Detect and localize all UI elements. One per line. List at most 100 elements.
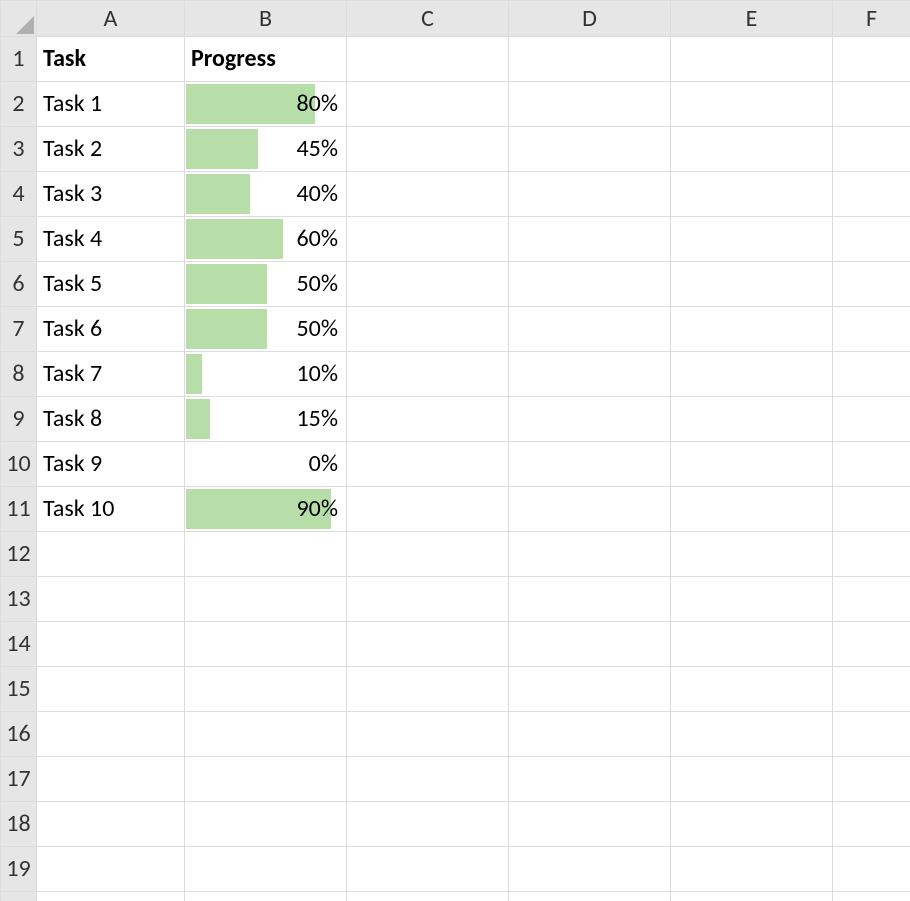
cell-A5[interactable]: Task 4 bbox=[37, 217, 185, 262]
col-header-D[interactable]: D bbox=[509, 1, 671, 37]
cell-E14[interactable] bbox=[671, 622, 833, 667]
cell-C11[interactable] bbox=[347, 487, 509, 532]
cell-D18[interactable] bbox=[509, 802, 671, 847]
cell-A20[interactable] bbox=[37, 892, 185, 901]
cell-E12[interactable] bbox=[671, 532, 833, 577]
cell-A1[interactable]: Task bbox=[37, 37, 185, 82]
cell-E15[interactable] bbox=[671, 667, 833, 712]
cell-F14[interactable] bbox=[833, 622, 910, 667]
cell-B9[interactable]: 15% bbox=[185, 397, 347, 442]
cell-B17[interactable] bbox=[185, 757, 347, 802]
cell-C20[interactable] bbox=[347, 892, 509, 901]
cell-E1[interactable] bbox=[671, 37, 833, 82]
cell-D3[interactable] bbox=[509, 127, 671, 172]
cell-F7[interactable] bbox=[833, 307, 910, 352]
cell-B13[interactable] bbox=[185, 577, 347, 622]
cell-E20[interactable] bbox=[671, 892, 833, 901]
cell-C16[interactable] bbox=[347, 712, 509, 757]
cell-A19[interactable] bbox=[37, 847, 185, 892]
cell-F4[interactable] bbox=[833, 172, 910, 217]
col-header-C[interactable]: C bbox=[347, 1, 509, 37]
cell-B14[interactable] bbox=[185, 622, 347, 667]
cell-D16[interactable] bbox=[509, 712, 671, 757]
cell-A13[interactable] bbox=[37, 577, 185, 622]
cell-E4[interactable] bbox=[671, 172, 833, 217]
cell-D9[interactable] bbox=[509, 397, 671, 442]
cell-E6[interactable] bbox=[671, 262, 833, 307]
row-header-10[interactable]: 10 bbox=[1, 442, 37, 487]
cell-C4[interactable] bbox=[347, 172, 509, 217]
cell-D2[interactable] bbox=[509, 82, 671, 127]
cell-C5[interactable] bbox=[347, 217, 509, 262]
cell-F13[interactable] bbox=[833, 577, 910, 622]
cell-F20[interactable] bbox=[833, 892, 910, 901]
cell-E7[interactable] bbox=[671, 307, 833, 352]
row-header-2[interactable]: 2 bbox=[1, 82, 37, 127]
cell-D17[interactable] bbox=[509, 757, 671, 802]
cell-C7[interactable] bbox=[347, 307, 509, 352]
row-header-3[interactable]: 3 bbox=[1, 127, 37, 172]
cell-F12[interactable] bbox=[833, 532, 910, 577]
cell-F1[interactable] bbox=[833, 37, 910, 82]
cell-A17[interactable] bbox=[37, 757, 185, 802]
cell-C12[interactable] bbox=[347, 532, 509, 577]
cell-B6[interactable]: 50% bbox=[185, 262, 347, 307]
row-header-20[interactable]: 20 bbox=[1, 892, 37, 901]
cell-C14[interactable] bbox=[347, 622, 509, 667]
cell-D8[interactable] bbox=[509, 352, 671, 397]
cell-A16[interactable] bbox=[37, 712, 185, 757]
col-header-A[interactable]: A bbox=[37, 1, 185, 37]
row-header-5[interactable]: 5 bbox=[1, 217, 37, 262]
cell-F16[interactable] bbox=[833, 712, 910, 757]
cell-A8[interactable]: Task 7 bbox=[37, 352, 185, 397]
row-header-17[interactable]: 17 bbox=[1, 757, 37, 802]
cell-B15[interactable] bbox=[185, 667, 347, 712]
cell-B1[interactable]: Progress bbox=[185, 37, 347, 82]
cell-C17[interactable] bbox=[347, 757, 509, 802]
select-all-corner[interactable] bbox=[1, 1, 37, 37]
cell-F17[interactable] bbox=[833, 757, 910, 802]
cell-D4[interactable] bbox=[509, 172, 671, 217]
cell-D15[interactable] bbox=[509, 667, 671, 712]
cell-A2[interactable]: Task 1 bbox=[37, 82, 185, 127]
cell-E18[interactable] bbox=[671, 802, 833, 847]
cell-F18[interactable] bbox=[833, 802, 910, 847]
col-header-B[interactable]: B bbox=[185, 1, 347, 37]
cell-D1[interactable] bbox=[509, 37, 671, 82]
cell-A3[interactable]: Task 2 bbox=[37, 127, 185, 172]
cell-F3[interactable] bbox=[833, 127, 910, 172]
cell-E19[interactable] bbox=[671, 847, 833, 892]
cell-C2[interactable] bbox=[347, 82, 509, 127]
cell-A6[interactable]: Task 5 bbox=[37, 262, 185, 307]
cell-F9[interactable] bbox=[833, 397, 910, 442]
cell-A9[interactable]: Task 8 bbox=[37, 397, 185, 442]
cell-B20[interactable] bbox=[185, 892, 347, 901]
cell-E13[interactable] bbox=[671, 577, 833, 622]
cell-B3[interactable]: 45% bbox=[185, 127, 347, 172]
cell-D10[interactable] bbox=[509, 442, 671, 487]
cell-F8[interactable] bbox=[833, 352, 910, 397]
cell-B5[interactable]: 60% bbox=[185, 217, 347, 262]
row-header-18[interactable]: 18 bbox=[1, 802, 37, 847]
cell-D11[interactable] bbox=[509, 487, 671, 532]
cell-D19[interactable] bbox=[509, 847, 671, 892]
row-header-14[interactable]: 14 bbox=[1, 622, 37, 667]
cell-A10[interactable]: Task 9 bbox=[37, 442, 185, 487]
cell-C19[interactable] bbox=[347, 847, 509, 892]
cell-C8[interactable] bbox=[347, 352, 509, 397]
cell-E5[interactable] bbox=[671, 217, 833, 262]
row-header-11[interactable]: 11 bbox=[1, 487, 37, 532]
cell-E10[interactable] bbox=[671, 442, 833, 487]
cell-D20[interactable] bbox=[509, 892, 671, 901]
cell-D14[interactable] bbox=[509, 622, 671, 667]
col-header-F[interactable]: F bbox=[833, 1, 910, 37]
cell-F11[interactable] bbox=[833, 487, 910, 532]
cell-C18[interactable] bbox=[347, 802, 509, 847]
cell-E9[interactable] bbox=[671, 397, 833, 442]
row-header-4[interactable]: 4 bbox=[1, 172, 37, 217]
cell-F19[interactable] bbox=[833, 847, 910, 892]
cell-B4[interactable]: 40% bbox=[185, 172, 347, 217]
row-header-12[interactable]: 12 bbox=[1, 532, 37, 577]
row-header-8[interactable]: 8 bbox=[1, 352, 37, 397]
cell-A15[interactable] bbox=[37, 667, 185, 712]
